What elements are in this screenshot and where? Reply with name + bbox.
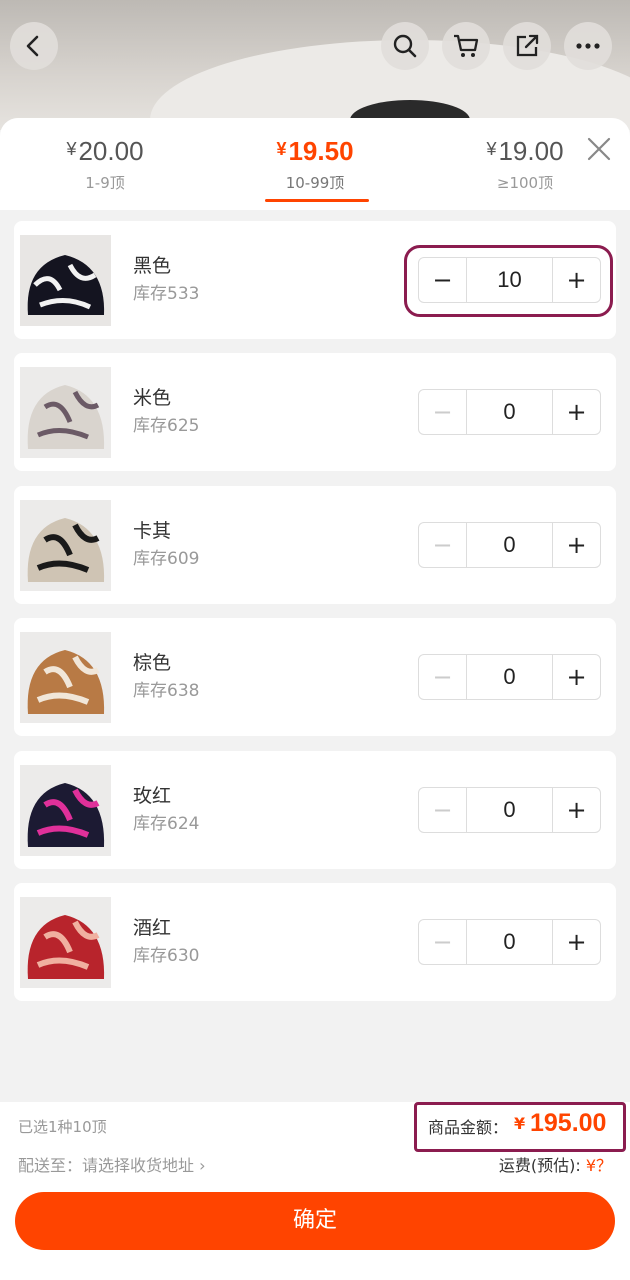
tier-range: 10-99顶: [285, 174, 345, 192]
variant-stock: 库存625: [133, 416, 200, 436]
quantity-input[interactable]: 0: [466, 523, 553, 567]
quantity-stepper: − 0 +: [418, 787, 601, 833]
quantity-stepper: − 0 +: [418, 919, 601, 965]
increment-button[interactable]: +: [553, 523, 600, 567]
decrement-button[interactable]: −: [419, 920, 466, 964]
increment-button[interactable]: +: [553, 390, 600, 434]
variant-name: 黑色: [133, 255, 172, 277]
tier-price: ¥19.50: [276, 136, 354, 166]
decrement-button[interactable]: −: [419, 655, 466, 699]
variant-name: 酒红: [133, 917, 172, 939]
tier-price: ¥20.00: [66, 136, 144, 166]
close-icon[interactable]: [586, 136, 612, 162]
share-button[interactable]: [503, 22, 551, 70]
quantity-input[interactable]: 0: [466, 390, 553, 434]
variant-name: 卡其: [133, 520, 172, 542]
variant-stock: 库存609: [133, 549, 200, 569]
product-thumbnail[interactable]: [20, 897, 111, 988]
more-button[interactable]: [564, 22, 612, 70]
confirm-button[interactable]: 确定: [15, 1192, 615, 1250]
more-icon: [576, 43, 600, 49]
quantity-input[interactable]: 0: [466, 920, 553, 964]
active-tier-underline: [265, 199, 369, 202]
quantity-input[interactable]: 0: [466, 788, 553, 832]
cart-button[interactable]: [442, 22, 490, 70]
cart-icon: [454, 34, 479, 57]
list-item: 酒红 库存630 − 0 +: [14, 883, 616, 1001]
search-icon: [393, 34, 417, 58]
amount-currency: ¥: [514, 1114, 526, 1133]
amount-label: 商品金额：: [428, 1118, 509, 1137]
product-thumbnail[interactable]: [20, 500, 111, 591]
product-thumbnail[interactable]: [20, 632, 111, 723]
increment-button[interactable]: +: [553, 788, 600, 832]
quantity-stepper: − 0 +: [418, 654, 601, 700]
variant-stock: 库存624: [133, 814, 200, 834]
quantity-stepper: − 0 +: [418, 389, 601, 435]
search-button[interactable]: [381, 22, 429, 70]
freight-value: ¥？: [585, 1156, 612, 1175]
variant-stock: 库存630: [133, 946, 200, 966]
decrement-button[interactable]: −: [419, 523, 466, 567]
freight-label: 运费(预估):: [498, 1156, 586, 1175]
product-thumbnail[interactable]: [20, 765, 111, 856]
back-button[interactable]: [10, 22, 58, 70]
price-tier[interactable]: ¥19.00 ≥100顶: [420, 118, 630, 210]
freight-estimate: 运费(预估): ¥？: [499, 1152, 612, 1176]
shipping-address-link[interactable]: 配送至：请选择收货地址 ›: [18, 1152, 206, 1176]
amount-value: 195.00: [530, 1109, 607, 1137]
price-tier[interactable]: ¥20.00 1-9顶: [0, 118, 210, 210]
tier-range: ≥100顶: [496, 174, 554, 192]
quantity-stepper: − 10 +: [418, 257, 601, 303]
quantity-input[interactable]: 10: [466, 258, 553, 302]
order-summary-footer: 已选1种10顶 配送至：请选择收货地址 › 商品金额： ¥ 195.00 运费(…: [0, 1102, 630, 1280]
increment-button[interactable]: +: [553, 258, 600, 302]
variant-stock: 库存533: [133, 284, 200, 304]
share-icon: [516, 34, 539, 57]
list-item: 卡其 库存609 − 0 +: [14, 486, 616, 604]
product-thumbnail[interactable]: [20, 367, 111, 458]
variant-name: 米色: [133, 387, 172, 409]
increment-button[interactable]: +: [553, 920, 600, 964]
quantity-input[interactable]: 0: [466, 655, 553, 699]
list-item: 棕色 库存638 − 0 +: [14, 618, 616, 736]
product-thumbnail[interactable]: [20, 235, 111, 326]
variant-stock: 库存638: [133, 681, 200, 701]
decrement-button[interactable]: −: [419, 258, 466, 302]
increment-button[interactable]: +: [553, 655, 600, 699]
decrement-button[interactable]: −: [419, 390, 466, 434]
list-item: 米色 库存625 − 0 +: [14, 353, 616, 471]
quantity-stepper: − 0 +: [418, 522, 601, 568]
decrement-button[interactable]: −: [419, 788, 466, 832]
price-tier-active[interactable]: ¥19.50 10-99顶: [210, 118, 420, 210]
tier-range: 1-9顶: [85, 174, 125, 192]
selection-summary: 已选1种10顶: [18, 1118, 107, 1136]
variant-name: 玫红: [133, 785, 172, 807]
back-icon: [26, 35, 39, 57]
list-item: 玫红 库存624 − 0 +: [14, 751, 616, 869]
variant-name: 棕色: [133, 652, 172, 674]
price-tiers: ¥20.00 1-9顶 ¥19.50 10-99顶 ¥19.00 ≥100顶: [0, 118, 630, 210]
list-item: 黑色 库存533 − 10 +: [14, 221, 616, 339]
